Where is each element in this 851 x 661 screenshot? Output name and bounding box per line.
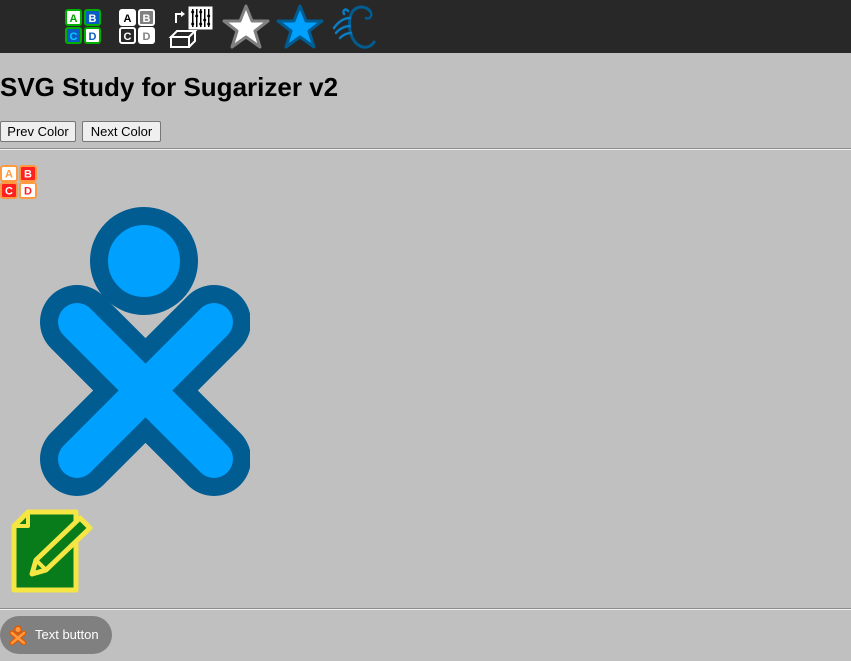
abcd-letter-c: C <box>124 31 132 43</box>
cursive-c-icon[interactable] <box>330 0 380 53</box>
abcd-letter-a: A <box>124 13 132 25</box>
xo-small-icon <box>8 625 28 646</box>
abcd-color-icon[interactable]: A B C D <box>62 0 104 53</box>
abcd-gray-icon[interactable]: A B C D <box>116 0 158 53</box>
prev-color-button[interactable]: Prev Color <box>0 121 76 142</box>
abcd-letter-b: B <box>24 169 32 181</box>
abacus-icon[interactable] <box>166 0 216 53</box>
divider-top <box>0 148 851 150</box>
text-button-label: Text button <box>35 627 99 642</box>
next-color-button[interactable]: Next Color <box>82 121 161 142</box>
abcd-letter-a: A <box>5 169 13 181</box>
abcd-letter-d: D <box>89 31 97 43</box>
abcd-letter-a: A <box>70 13 78 25</box>
toolbar: A B C D A B C D <box>0 0 851 53</box>
divider-bottom <box>0 608 851 610</box>
abcd-small-icon[interactable]: A B C D <box>0 165 40 201</box>
abcd-letter-c: C <box>70 31 78 43</box>
star-blue-icon[interactable] <box>275 0 325 53</box>
abcd-letter-d: D <box>24 186 32 198</box>
text-button[interactable]: Text button <box>0 616 112 654</box>
xo-icon[interactable] <box>40 207 251 499</box>
star-white-icon[interactable] <box>221 0 271 53</box>
abcd-letter-c: C <box>5 186 13 198</box>
write-icon[interactable] <box>10 508 96 594</box>
abcd-letter-b: B <box>143 13 151 25</box>
page-title: SVG Study for Sugarizer v2 <box>0 72 339 102</box>
abcd-letter-d: D <box>143 31 151 43</box>
abcd-letter-b: B <box>89 13 97 25</box>
